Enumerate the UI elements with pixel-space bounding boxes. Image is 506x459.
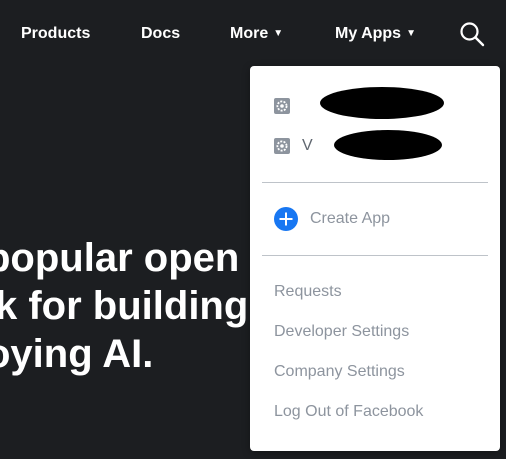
developer-settings-link[interactable]: Developer Settings bbox=[274, 322, 409, 342]
redaction-mark bbox=[334, 130, 442, 160]
search-icon[interactable] bbox=[459, 21, 485, 47]
company-settings-link[interactable]: Company Settings bbox=[274, 362, 405, 382]
gear-icon bbox=[274, 138, 290, 154]
divider bbox=[262, 182, 488, 183]
caret-down-icon: ▼ bbox=[406, 28, 416, 39]
hero-headline: popular open k for building oying AI. bbox=[0, 234, 260, 378]
nav-more-label: More bbox=[230, 25, 269, 42]
redaction-mark bbox=[320, 87, 444, 119]
nav-my-apps-label: My Apps bbox=[335, 25, 402, 42]
app-name: V bbox=[302, 137, 313, 154]
log-out-link[interactable]: Log Out of Facebook bbox=[274, 402, 423, 422]
plus-circle-icon bbox=[274, 207, 298, 231]
requests-link[interactable]: Requests bbox=[274, 282, 342, 302]
hero-line: oying AI. bbox=[0, 332, 154, 376]
nav-products-label: Products bbox=[21, 25, 91, 42]
nav-products[interactable]: Products bbox=[21, 24, 90, 44]
nav-docs-label: Docs bbox=[141, 25, 181, 42]
create-app-label: Create App bbox=[310, 210, 391, 227]
top-navigation: Products Docs More ▼ My Apps ▼ bbox=[0, 0, 506, 66]
hero-line: popular open bbox=[0, 236, 240, 280]
app-item[interactable]: V bbox=[274, 130, 474, 160]
nav-more[interactable]: More ▼ bbox=[230, 24, 283, 44]
app-item[interactable] bbox=[274, 87, 474, 119]
divider bbox=[262, 255, 488, 256]
nav-docs[interactable]: Docs bbox=[141, 24, 180, 44]
my-apps-dropdown: V Create App Requests Developer Settings… bbox=[250, 66, 500, 451]
hero-line: k for building bbox=[0, 284, 249, 328]
caret-down-icon: ▼ bbox=[273, 28, 284, 39]
nav-my-apps[interactable]: My Apps ▼ bbox=[335, 24, 416, 44]
gear-icon bbox=[274, 98, 290, 114]
